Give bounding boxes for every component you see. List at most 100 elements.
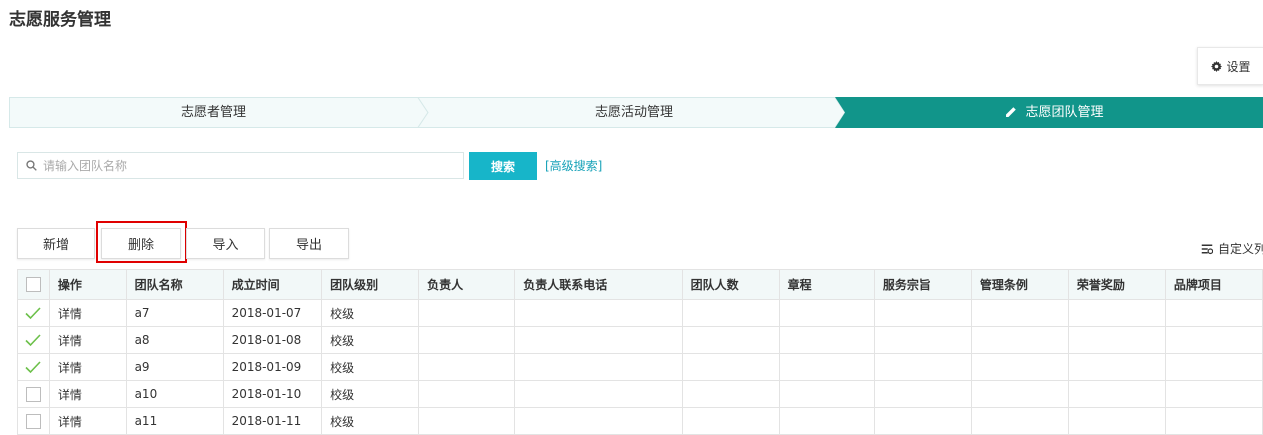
step-label: 志愿者管理 [180,105,246,120]
empty-cell [1164,299,1263,327]
search-input[interactable] [41,157,445,174]
empty-cell [681,380,780,408]
empty-cell [778,380,875,408]
empty-cell [1067,407,1166,435]
empty-cell [873,353,972,381]
empty-cell [1067,353,1166,381]
row-select-cell [17,380,50,408]
empty-cell [1164,326,1263,354]
add-button[interactable]: 新增 [17,228,95,259]
empty-cell [778,353,875,381]
step-label: 志愿活动管理 [594,105,673,120]
established-date-cell: 2018-01-10 [222,380,323,408]
checkmark-icon[interactable] [25,334,42,347]
export-button[interactable]: 导出 [269,228,349,259]
row-select-cell [17,326,50,354]
columns-settings-icon [1201,244,1213,254]
settings-button[interactable]: 设置 [1197,47,1263,85]
empty-cell [681,353,780,381]
empty-cell [418,407,516,435]
import-button[interactable]: 导入 [186,228,265,259]
team-level-cell: 校级 [321,380,420,408]
table-row[interactable]: 详情 a11 2018-01-11 校级 [17,407,1263,435]
empty-cell [970,380,1069,408]
team-level-cell: 校级 [321,299,420,327]
step-label: 志愿团队管理 [1025,105,1104,120]
step-teams[interactable]: 志愿团队管理 [845,97,1263,128]
col-header: 团队级别 [321,269,420,300]
step-volunteers[interactable]: 志愿者管理 [9,97,418,128]
table-row[interactable]: 详情 a8 2018-01-08 校级 [17,326,1263,354]
search-icon [26,160,37,171]
empty-cell [970,326,1069,354]
empty-cell [873,299,972,327]
row-checkbox[interactable] [25,386,41,402]
established-date-cell: 2018-01-07 [222,299,323,327]
col-header: 团队人数 [681,269,780,300]
col-header: 章程 [778,269,875,300]
highlight-box [96,221,187,263]
team-name-cell: a7 [125,299,224,327]
empty-cell [418,326,516,354]
select-all-checkbox[interactable] [25,277,41,292]
gear-icon [1211,60,1223,72]
col-header: 负责人联系电话 [514,269,683,300]
custom-columns-button[interactable]: 自定义列 [1201,240,1263,257]
col-header: 成立时间 [222,269,323,300]
team-level-cell: 校级 [321,326,420,354]
empty-cell [1164,353,1263,381]
empty-cell [1067,299,1166,327]
detail-link[interactable]: 详情 [48,380,127,408]
checkmark-icon[interactable] [25,307,42,320]
row-select-cell [17,407,50,435]
table-row[interactable]: 详情 a10 2018-01-10 校级 [17,380,1263,408]
table-row[interactable]: 详情 a7 2018-01-07 校级 [17,299,1263,327]
empty-cell [418,299,516,327]
col-header: 荣誉奖励 [1067,269,1166,300]
team-table: 操作 团队名称 成立时间 团队级别 负责人 负责人联系电话 团队人数 章程 服务… [17,269,1263,435]
empty-cell [681,299,780,327]
step-navigation: 志愿者管理 志愿活动管理 志愿团队管理 [9,97,1263,128]
empty-cell [514,380,683,408]
empty-cell [778,407,875,435]
detail-link[interactable]: 详情 [48,326,127,354]
empty-cell [1067,326,1166,354]
row-checkbox[interactable] [25,413,41,429]
empty-cell [1164,407,1263,435]
empty-cell [778,299,875,327]
checkmark-icon[interactable] [25,361,42,374]
col-header: 管理条例 [970,269,1069,300]
team-name-cell: a10 [125,380,224,408]
select-all-cell [17,269,50,300]
empty-cell [1067,380,1166,408]
team-level-cell: 校级 [321,353,420,381]
col-header: 品牌项目 [1164,269,1263,300]
search-button[interactable]: 搜索 [469,152,537,180]
empty-cell [418,380,516,408]
empty-cell [873,326,972,354]
empty-cell [514,326,683,354]
established-date-cell: 2018-01-11 [222,407,323,435]
established-date-cell: 2018-01-08 [222,326,323,354]
empty-cell [873,407,972,435]
detail-link[interactable]: 详情 [48,353,127,381]
empty-cell [681,326,780,354]
empty-cell [681,407,780,435]
empty-cell [1164,380,1263,408]
col-header: 服务宗旨 [873,269,972,300]
custom-columns-label: 自定义列 [1218,242,1263,256]
step-activities[interactable]: 志愿活动管理 [428,97,840,128]
col-header: 负责人 [418,269,516,300]
detail-link[interactable]: 详情 [48,299,127,327]
empty-cell [418,353,516,381]
col-header: 操作 [48,269,127,300]
established-date-cell: 2018-01-09 [222,353,323,381]
detail-link[interactable]: 详情 [48,407,127,435]
empty-cell [970,407,1069,435]
search-box [17,152,464,179]
empty-cell [873,380,972,408]
col-header: 团队名称 [125,269,224,300]
advanced-search-link[interactable]: [高级搜索] [545,157,602,174]
table-row[interactable]: 详情 a9 2018-01-09 校级 [17,353,1263,381]
table-header-row: 操作 团队名称 成立时间 团队级别 负责人 负责人联系电话 团队人数 章程 服务… [17,269,1263,300]
